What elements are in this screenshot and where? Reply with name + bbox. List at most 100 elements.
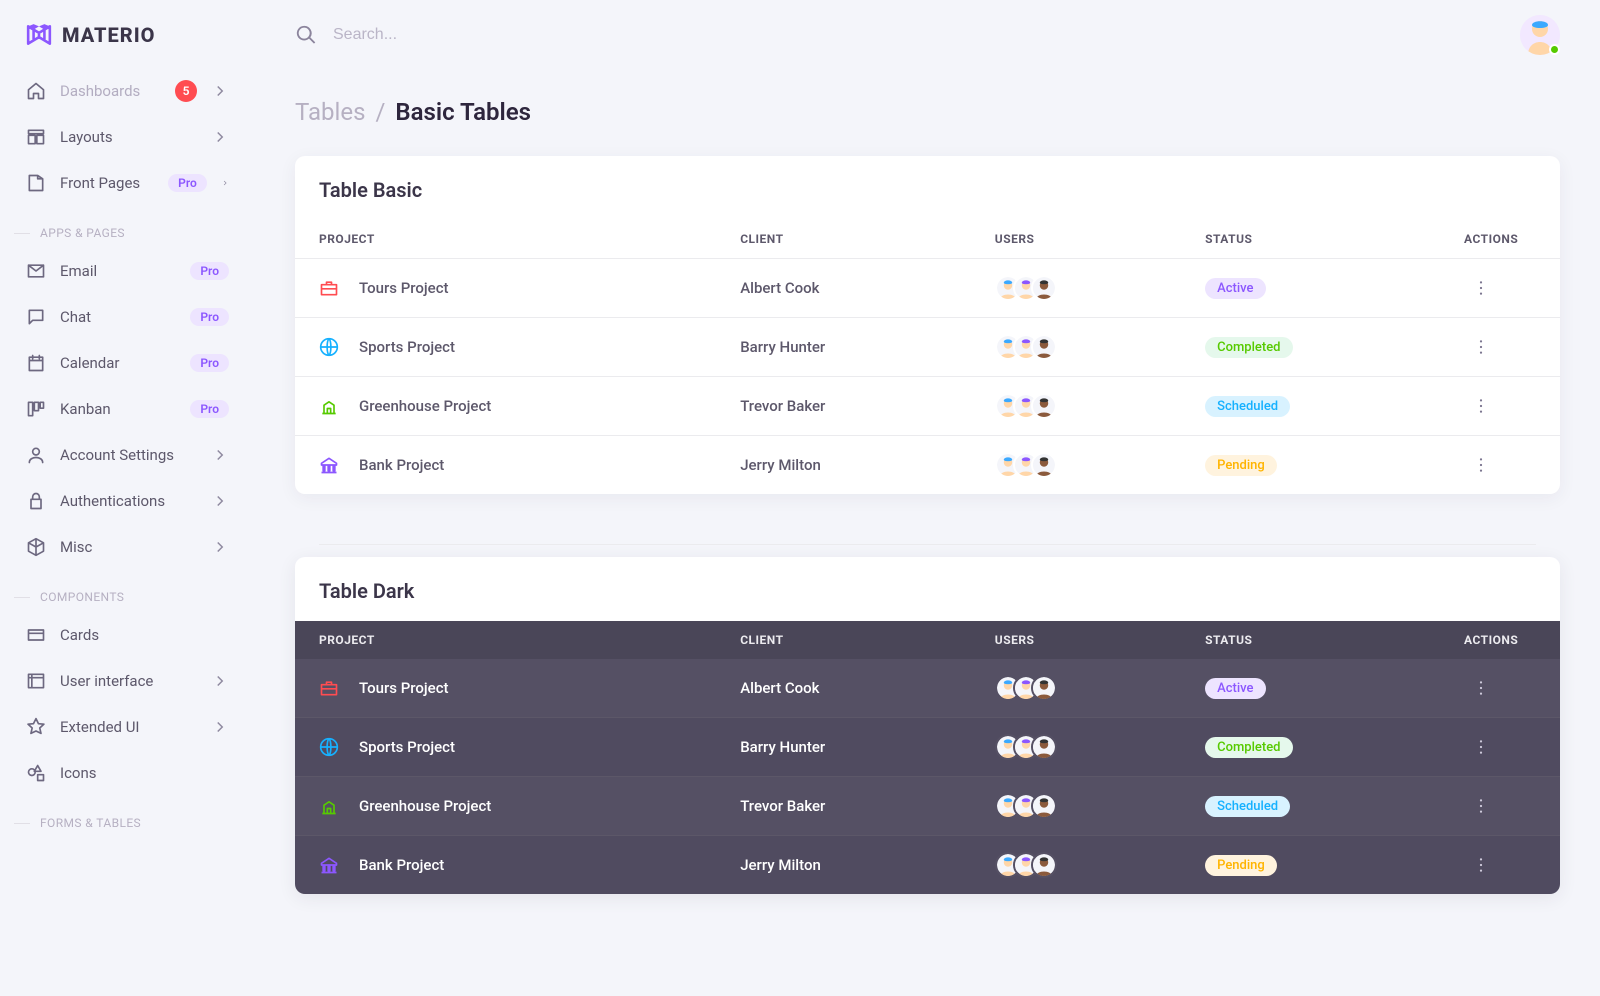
brand-logo-icon xyxy=(26,22,52,48)
kanban-icon xyxy=(26,399,46,419)
avatar-icon xyxy=(1031,852,1057,878)
user-icon xyxy=(26,445,46,465)
card-table-dark: Table Dark PROJECT CLIENT USERS STATUS A… xyxy=(295,557,1560,894)
status-chip-scheduled: Scheduled xyxy=(1205,396,1290,417)
lock-icon xyxy=(26,491,46,511)
ball-icon xyxy=(319,337,339,357)
client-name: Trevor Baker xyxy=(716,377,971,436)
dots-vertical-icon xyxy=(1472,397,1490,415)
dots-vertical-icon xyxy=(1472,679,1490,697)
badge-pro: Pro xyxy=(190,262,229,280)
nav-item-label: Dashboards xyxy=(60,82,140,100)
cube-icon xyxy=(26,537,46,557)
row-actions-button[interactable] xyxy=(1464,271,1498,305)
mail-icon xyxy=(26,261,46,281)
th-project: PROJECT xyxy=(295,621,716,659)
nav-item-account-settings[interactable]: Account Settings xyxy=(10,432,245,478)
nav-item-dashboards[interactable]: Dashboards 5 xyxy=(10,68,245,114)
breadcrumb: Tables / Basic Tables xyxy=(295,98,1560,126)
project-name: Bank Project xyxy=(359,456,444,474)
breadcrumb-current: Basic Tables xyxy=(395,98,531,126)
th-actions: ACTIONS xyxy=(1440,621,1560,659)
client-name: Albert Cook xyxy=(716,259,971,318)
table-row: Sports Project Barry Hunter Completed xyxy=(295,718,1560,777)
briefcase-icon xyxy=(319,278,339,298)
nav-item-label: User interface xyxy=(60,672,153,690)
breadcrumb-sep: / xyxy=(375,98,385,126)
row-actions-button[interactable] xyxy=(1464,389,1498,423)
card-icon xyxy=(26,625,46,645)
user-avatars xyxy=(995,334,1157,360)
nav-item-user-interface[interactable]: User interface xyxy=(10,658,245,704)
nav-item-label: Email xyxy=(60,262,97,280)
profile-avatar[interactable] xyxy=(1520,15,1560,55)
row-actions-button[interactable] xyxy=(1464,671,1498,705)
nav-item-authentications[interactable]: Authentications xyxy=(10,478,245,524)
project-name: Tours Project xyxy=(359,279,449,297)
section-apps-pages: APPS & PAGES xyxy=(10,206,245,248)
user-avatars xyxy=(995,452,1157,478)
table-dark: PROJECT CLIENT USERS STATUS ACTIONS Tour… xyxy=(295,621,1560,894)
chevron-right-icon xyxy=(211,718,229,736)
client-name: Barry Hunter xyxy=(716,718,971,777)
avatar-icon xyxy=(1031,275,1057,301)
chevron-right-icon xyxy=(221,174,229,192)
card-title-basic: Table Basic xyxy=(295,156,1560,220)
presence-dot xyxy=(1549,44,1560,55)
nav-item-misc[interactable]: Misc xyxy=(10,524,245,570)
table-row: Bank Project Jerry Milton Pending xyxy=(295,436,1560,495)
user-avatars xyxy=(995,793,1157,819)
sidebar: MATERIO Dashboards 5 Layouts Front Pages… xyxy=(0,0,255,996)
row-actions-button[interactable] xyxy=(1464,448,1498,482)
nav-item-label: Icons xyxy=(60,764,97,782)
user-avatars xyxy=(995,275,1157,301)
nav-item-label: Chat xyxy=(60,308,91,326)
calendar-icon xyxy=(26,353,46,373)
th-client: CLIENT xyxy=(716,621,971,659)
status-chip-scheduled: Scheduled xyxy=(1205,796,1290,817)
nav-item-calendar[interactable]: Calendar Pro xyxy=(10,340,245,386)
chevron-right-icon xyxy=(211,538,229,556)
section-divider xyxy=(319,544,1536,545)
nav-item-extended-ui[interactable]: Extended UI xyxy=(10,704,245,750)
chevron-right-icon xyxy=(211,446,229,464)
row-actions-button[interactable] xyxy=(1464,730,1498,764)
breadcrumb-root[interactable]: Tables xyxy=(295,98,365,126)
bank-icon xyxy=(319,455,339,475)
brand-logo[interactable]: MATERIO xyxy=(10,0,245,68)
client-name: Albert Cook xyxy=(716,659,971,718)
badge-pro: Pro xyxy=(190,354,229,372)
th-status: STATUS xyxy=(1181,220,1440,259)
client-name: Trevor Baker xyxy=(716,777,971,836)
dots-vertical-icon xyxy=(1472,279,1490,297)
badge-pro: Pro xyxy=(190,400,229,418)
nav-item-front-pages[interactable]: Front Pages Pro xyxy=(10,160,245,206)
row-actions-button[interactable] xyxy=(1464,848,1498,882)
user-avatars xyxy=(995,393,1157,419)
nav-item-label: Extended UI xyxy=(60,718,140,736)
status-chip-completed: Completed xyxy=(1205,337,1292,358)
nav-item-cards[interactable]: Cards xyxy=(10,612,245,658)
avatar-icon xyxy=(1031,675,1057,701)
nav-item-label: Calendar xyxy=(60,354,120,372)
dots-vertical-icon xyxy=(1472,456,1490,474)
nav-item-icons[interactable]: Icons xyxy=(10,750,245,796)
badge-pro: Pro xyxy=(168,174,207,192)
row-actions-button[interactable] xyxy=(1464,330,1498,364)
nav-item-email[interactable]: Email Pro xyxy=(10,248,245,294)
nav-item-layouts[interactable]: Layouts xyxy=(10,114,245,160)
search-input[interactable] xyxy=(331,25,691,45)
chevron-right-icon xyxy=(211,492,229,510)
project-name: Sports Project xyxy=(359,738,455,756)
table-row: Tours Project Albert Cook Active xyxy=(295,259,1560,318)
th-actions: ACTIONS xyxy=(1440,220,1560,259)
nav-item-kanban[interactable]: Kanban Pro xyxy=(10,386,245,432)
global-search[interactable] xyxy=(295,24,1502,46)
section-components: COMPONENTS xyxy=(10,570,245,612)
row-actions-button[interactable] xyxy=(1464,789,1498,823)
nav-item-label: Misc xyxy=(60,538,92,556)
th-users: USERS xyxy=(971,220,1181,259)
nav-item-chat[interactable]: Chat Pro xyxy=(10,294,245,340)
star-icon xyxy=(26,717,46,737)
badge-count: 5 xyxy=(175,80,197,102)
